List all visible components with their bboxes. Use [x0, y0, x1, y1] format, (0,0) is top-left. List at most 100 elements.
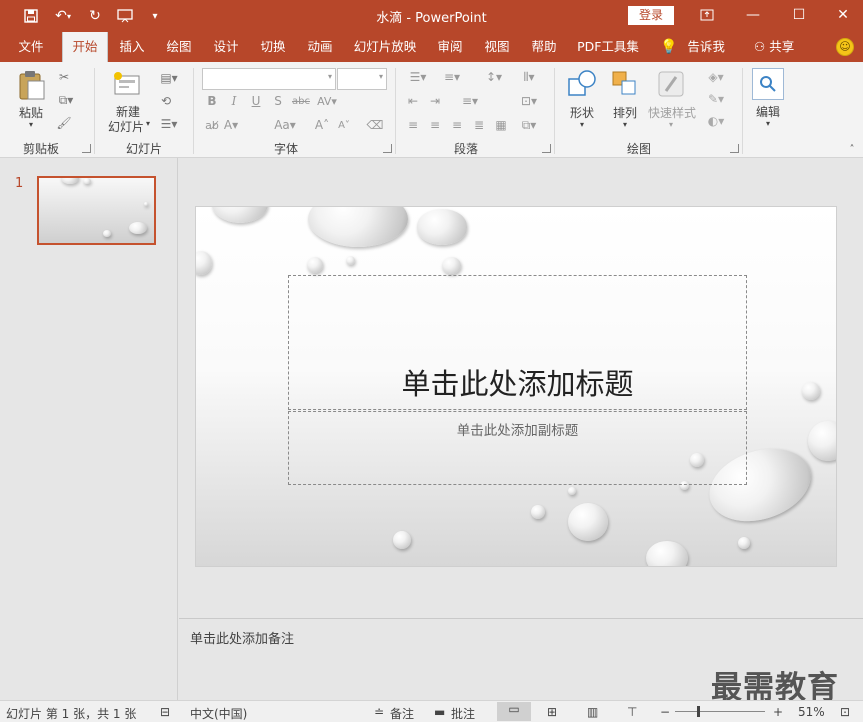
new-slide-icon[interactable] — [111, 68, 143, 100]
save-icon[interactable] — [20, 6, 42, 26]
tab-help[interactable]: 帮助 — [524, 32, 564, 62]
increase-font-size-icon[interactable]: A˄ — [314, 116, 330, 134]
shape-outline-icon[interactable]: ✎▾ — [702, 90, 730, 108]
tab-transitions[interactable]: 切换 — [252, 32, 294, 62]
zoom-level[interactable]: 51% — [798, 705, 825, 719]
tab-draw[interactable]: 绘图 — [158, 32, 200, 62]
minimize-icon[interactable]: — — [738, 4, 768, 26]
ribbon-display-icon[interactable] — [692, 4, 722, 26]
quick-styles-dropdown-icon[interactable]: ▾ — [666, 120, 676, 129]
notes-toggle-label[interactable]: 备注 — [390, 705, 414, 722]
change-case-icon[interactable]: Aa▾ — [270, 116, 300, 134]
notes-toggle-icon[interactable]: ≐ — [374, 705, 384, 719]
maximize-icon[interactable]: ☐ — [784, 4, 814, 26]
tab-file[interactable]: 文件 — [10, 32, 52, 62]
arrange-icon[interactable] — [609, 68, 641, 100]
paste-icon[interactable] — [14, 68, 48, 102]
tab-review[interactable]: 审阅 — [430, 32, 470, 62]
slide-thumbnail[interactable] — [37, 176, 156, 245]
editing-label[interactable]: 编辑 — [748, 103, 788, 120]
increase-indent-icon[interactable]: ⇥ — [426, 92, 444, 110]
strikethrough-icon[interactable]: abc — [290, 92, 312, 110]
align-right-icon[interactable]: ≡ — [448, 116, 466, 134]
font-color-icon[interactable]: A▾ — [222, 116, 240, 134]
tab-home[interactable]: 开始 — [62, 32, 108, 63]
shape-effects-icon[interactable]: ◐▾ — [702, 112, 730, 130]
align-left-icon[interactable]: ≡ — [404, 116, 422, 134]
zoom-slider-handle[interactable] — [697, 706, 700, 717]
slideshow-view-icon[interactable]: ⊤ — [627, 705, 637, 719]
collapse-ribbon-icon[interactable]: ˄ — [846, 144, 858, 155]
format-painter-icon[interactable]: 🖌 — [56, 115, 72, 131]
normal-view-icon[interactable]: ▭ — [497, 702, 531, 721]
clear-formatting-icon[interactable]: ab̸ — [202, 116, 222, 134]
character-spacing-icon[interactable]: AV▾ — [314, 92, 340, 110]
tab-animations[interactable]: 动画 — [300, 32, 340, 62]
undo-dropdown-icon[interactable]: ▾ — [64, 6, 74, 26]
paragraph-launcher-icon[interactable] — [542, 144, 551, 153]
spell-check-icon[interactable]: ⊟ — [160, 705, 170, 719]
layout-icon[interactable]: ▤▾ — [156, 70, 182, 86]
font-size-dropdown[interactable]: ▾ — [337, 68, 387, 90]
slide-sorter-icon[interactable]: ⊞ — [547, 705, 557, 719]
cut-icon[interactable]: ✂ — [56, 69, 72, 85]
language-status[interactable]: 中文(中国) — [190, 705, 247, 722]
shapes-icon[interactable] — [566, 68, 598, 100]
zoom-slider-track[interactable] — [675, 711, 765, 712]
tab-slideshow[interactable]: 幻灯片放映 — [348, 32, 422, 62]
slide-count-status[interactable]: 幻灯片 第 1 张，共 1 张 — [6, 705, 136, 722]
columns-icon[interactable]: ⫴▾ — [514, 68, 544, 86]
title-placeholder[interactable]: 单击此处添加标题 — [288, 275, 747, 410]
distributed-icon[interactable]: ▦ — [492, 116, 510, 134]
quick-styles-label[interactable]: 快速样式 — [644, 104, 700, 121]
new-slide-dropdown-icon[interactable]: ▾ — [143, 119, 153, 128]
share-button[interactable]: ⚇ 共享 — [754, 32, 794, 62]
justify-icon[interactable]: ≣ — [470, 116, 488, 134]
font-name-dropdown[interactable]: ▾ — [202, 68, 336, 90]
feedback-smiley-icon[interactable]: ☺ — [836, 38, 854, 56]
section-icon[interactable]: ☰▾ — [156, 116, 182, 132]
tab-view[interactable]: 视图 — [476, 32, 518, 62]
redo-icon[interactable]: ↻ — [84, 6, 106, 26]
align-text-icon[interactable]: ⊡▾ — [514, 92, 544, 110]
shape-fill-icon[interactable]: ◈▾ — [702, 68, 730, 86]
subtitle-placeholder[interactable]: 单击此处添加副标题 — [288, 411, 747, 485]
text-direction-icon[interactable]: ≡▾ — [456, 92, 484, 110]
zoom-out-icon[interactable]: − — [660, 705, 670, 719]
eraser-icon[interactable]: ⌫ — [366, 116, 384, 134]
tell-me-search[interactable]: 💡 告诉我 — [660, 32, 725, 62]
line-spacing-icon[interactable]: ↕▾ — [480, 68, 508, 86]
fit-to-window-icon[interactable]: ⊡ — [840, 705, 850, 719]
drawing-launcher-icon[interactable] — [730, 144, 739, 153]
reading-view-icon[interactable]: ▥ — [587, 705, 598, 719]
comments-label[interactable]: 批注 — [451, 705, 475, 722]
shapes-label[interactable]: 形状 — [562, 104, 602, 121]
reset-icon[interactable]: ⟲ — [156, 93, 176, 109]
smartart-icon[interactable]: ⧉▾ — [514, 116, 544, 134]
quick-styles-icon[interactable] — [655, 68, 687, 100]
arrange-dropdown-icon[interactable]: ▾ — [620, 120, 630, 129]
zoom-in-icon[interactable]: + — [773, 705, 783, 719]
bold-icon[interactable]: B — [204, 92, 220, 110]
tab-pdf-tools[interactable]: PDF工具集 — [572, 32, 644, 62]
bullets-icon[interactable]: ☰▾ — [404, 68, 432, 86]
paste-dropdown-icon[interactable]: ▾ — [26, 120, 36, 129]
arrange-label[interactable]: 排列 — [605, 104, 645, 121]
copy-icon[interactable]: ⧉▾ — [54, 92, 78, 108]
italic-icon[interactable]: I — [226, 92, 242, 110]
customize-icon[interactable]: ▾ — [144, 6, 166, 26]
editing-dropdown-icon[interactable]: ▾ — [763, 119, 773, 128]
start-presentation-icon[interactable] — [114, 6, 136, 26]
slide-canvas[interactable]: 单击此处添加标题 单击此处添加副标题 — [195, 206, 837, 567]
underline-icon[interactable]: U — [248, 92, 264, 110]
decrease-indent-icon[interactable]: ⇤ — [404, 92, 422, 110]
close-icon[interactable]: ✕ — [828, 4, 858, 26]
align-center-icon[interactable]: ≡ — [426, 116, 444, 134]
shadow-icon[interactable]: S — [270, 92, 286, 110]
shapes-dropdown-icon[interactable]: ▾ — [577, 120, 587, 129]
tab-insert[interactable]: 插入 — [112, 32, 152, 62]
tab-design[interactable]: 设计 — [206, 32, 246, 62]
font-launcher-icon[interactable] — [383, 144, 392, 153]
clipboard-launcher-icon[interactable] — [82, 144, 91, 153]
decrease-font-size-icon[interactable]: A˅ — [336, 116, 352, 134]
